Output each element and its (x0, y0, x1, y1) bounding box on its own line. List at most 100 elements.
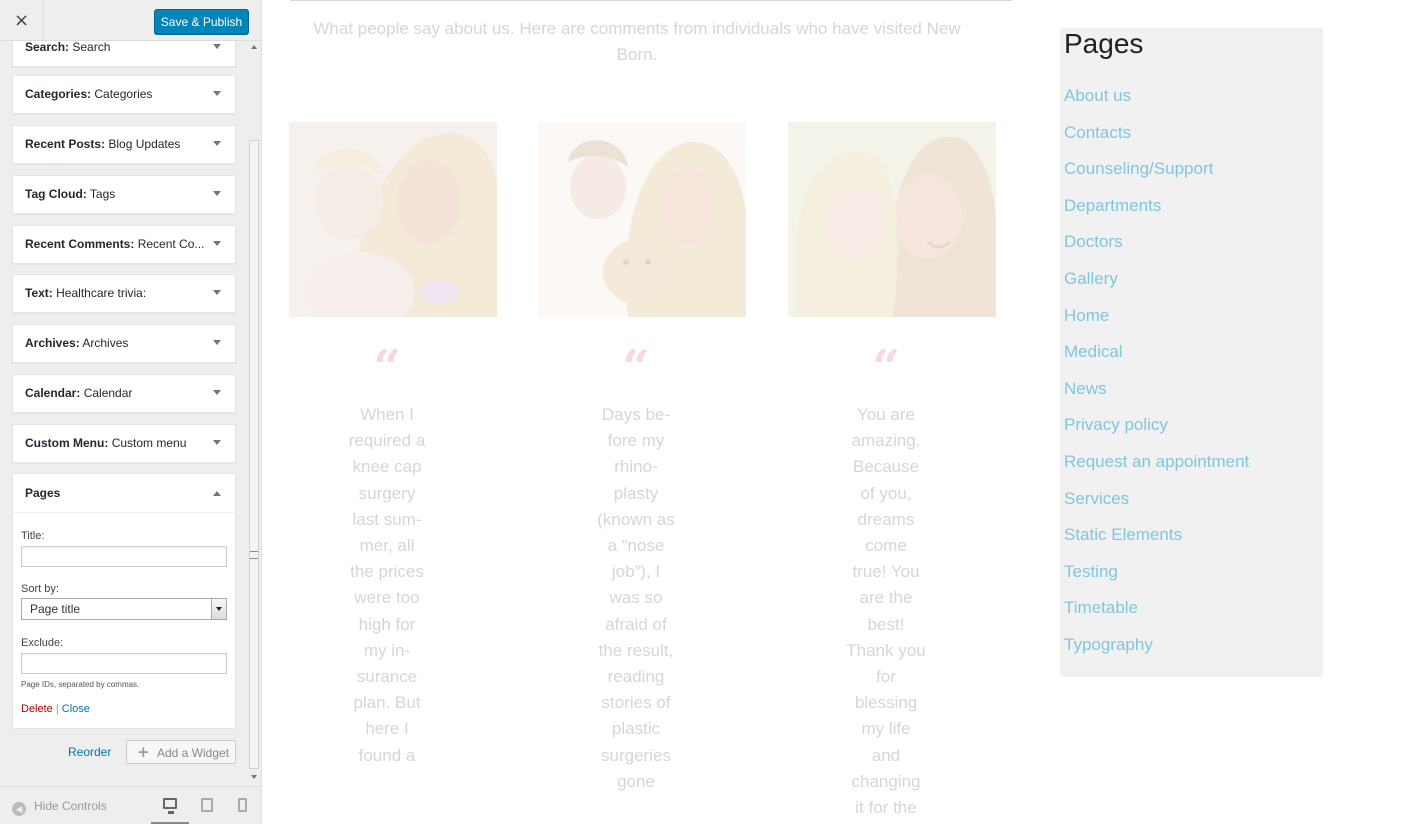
chevron-down-icon (213, 191, 221, 196)
mobile-preview-icon[interactable] (238, 798, 247, 812)
scroll-down-arrow-icon[interactable] (251, 775, 257, 779)
close-link[interactable]: Close (62, 703, 90, 715)
exclude-input[interactable] (21, 653, 227, 674)
widget-title: Healthcare trivia: (56, 286, 147, 300)
hide-controls-button[interactable]: ◀ Hide Controls (12, 799, 107, 816)
quote-icon: “ (622, 340, 650, 396)
chevron-down-icon (213, 91, 221, 96)
widget-recent-comments[interactable]: Recent Comments: Recent Co... (12, 225, 236, 264)
chevron-down-icon[interactable] (211, 599, 226, 619)
widget-title: Custom menu (111, 436, 187, 450)
chevron-down-icon (213, 44, 221, 49)
scrollbar[interactable] (248, 41, 261, 786)
widget-pages-header[interactable]: Pages (13, 474, 235, 513)
widget-type: Recent Posts (25, 137, 102, 151)
quote-icon: “ (373, 340, 401, 396)
testimonial-text: You are amazing. Because of you, dreams … (846, 405, 926, 818)
customizer-header: × Save & Publish (0, 0, 261, 41)
chevron-down-icon (213, 340, 221, 345)
widget-title: Archives (82, 336, 129, 350)
page-link[interactable]: Home (1064, 306, 1249, 343)
pages-heading: Pages (1064, 28, 1144, 59)
page-link[interactable]: News (1064, 379, 1249, 416)
title-input[interactable] (21, 546, 227, 567)
widget-archives[interactable]: Archives: Archives (12, 324, 236, 363)
widget-type: Categories (25, 87, 88, 101)
pages-widget-preview: Pages About us Contacts Counseling/Suppo… (1060, 28, 1323, 677)
page-link[interactable]: Medical (1064, 342, 1249, 379)
sort-label: Sort by: (21, 583, 59, 595)
desktop-preview-icon[interactable] (163, 798, 177, 814)
page-link[interactable]: Static Elements (1064, 525, 1249, 562)
site-preview: What people say about us. Here are comme… (262, 0, 1411, 824)
widget-type: Archives (25, 336, 76, 350)
widget-categories[interactable]: Categories: Categories (12, 75, 236, 114)
page-link[interactable]: Departments (1064, 196, 1249, 233)
widget-type: Custom Menu (25, 436, 105, 450)
exclude-label: Exclude: (21, 637, 64, 649)
sort-by-select[interactable]: Page title (21, 598, 227, 620)
widget-search[interactable]: Search: Search (12, 41, 236, 67)
separator: | (55, 703, 59, 715)
add-widget-label: Add a Widget (157, 746, 230, 760)
widget-type: Tag Cloud (25, 187, 83, 201)
widget-title: Recent Co... (137, 237, 205, 251)
widget-title: Pages (25, 486, 61, 500)
chevron-down-icon (213, 290, 221, 295)
page-link[interactable]: Request an appointment (1064, 452, 1249, 489)
customizer-footer: ◀ Hide Controls (0, 786, 261, 824)
page-link[interactable]: Doctors (1064, 232, 1249, 269)
page-link[interactable]: Gallery (1064, 269, 1249, 306)
widget-type: Recent Comments (25, 237, 131, 251)
widget-type: Search (25, 41, 66, 54)
grip-icon (250, 551, 258, 559)
widget-type: Text (25, 286, 49, 300)
widget-custom-menu[interactable]: Custom Menu: Custom menu (12, 424, 236, 463)
widget-title: Calendar (83, 386, 133, 400)
page-link[interactable]: Counseling/Support (1064, 159, 1249, 196)
chevron-down-icon (213, 141, 221, 146)
testimonial-text: Days be-fore my rhino-plasty (known as a… (597, 405, 675, 791)
chevron-up-icon (213, 491, 221, 496)
widget-type: Calendar (25, 386, 77, 400)
page-link[interactable]: Contacts (1064, 123, 1249, 160)
chevron-down-icon (213, 390, 221, 395)
divider (290, 0, 1012, 1)
exclude-hint: Page IDs, separated by commas. (21, 680, 140, 689)
widget-recent-posts[interactable]: Recent Posts: Blog Updates (12, 125, 236, 164)
widget-pages: Pages Title: Sort by: Page title Exclude… (12, 473, 236, 729)
reorder-link[interactable]: Reorder (68, 745, 111, 759)
testimonial-photo (788, 122, 996, 317)
page-link[interactable]: Timetable (1064, 598, 1249, 635)
scrollbar-thumb[interactable] (249, 140, 259, 769)
testimonial-photo (538, 122, 746, 317)
customizer-sidebar: × Save & Publish Search: Search Categori… (0, 0, 262, 824)
hide-controls-label: Hide Controls (34, 799, 107, 813)
title-label: Title: (21, 530, 45, 542)
widget-title: Tags (89, 187, 116, 201)
widget-calendar[interactable]: Calendar: Calendar (12, 374, 236, 413)
collapse-icon: ◀ (12, 802, 26, 816)
pages-list: About us Contacts Counseling/Support Dep… (1064, 86, 1249, 672)
save-publish-button[interactable]: Save & Publish (154, 9, 249, 34)
add-widget-button[interactable]: + Add a Widget (126, 740, 236, 764)
testimonials-intro: What people say about us. Here are comme… (313, 19, 961, 64)
page-link[interactable]: Typography (1064, 635, 1249, 672)
scroll-up-arrow-icon[interactable] (251, 45, 257, 49)
chevron-down-icon (213, 440, 221, 445)
page-link[interactable]: Services (1064, 489, 1249, 526)
quote-icon: “ (872, 340, 900, 396)
widget-title: Search (72, 41, 111, 54)
page-link[interactable]: About us (1064, 86, 1249, 123)
page-link[interactable]: Privacy policy (1064, 415, 1249, 452)
delete-link[interactable]: Delete (21, 703, 53, 715)
page-link[interactable]: Testing (1064, 562, 1249, 599)
widget-text[interactable]: Text: Healthcare trivia: (12, 274, 236, 313)
widget-title: Categories (94, 87, 153, 101)
widget-tag-cloud[interactable]: Tag Cloud: Tags (12, 175, 236, 214)
widget-list: Search: Search Categories: Categories Re… (0, 41, 248, 786)
chevron-down-icon (213, 241, 221, 246)
testimonial-text: When I required a knee cap surgery last … (348, 405, 426, 765)
close-icon[interactable]: × (0, 0, 44, 41)
tablet-preview-icon[interactable] (201, 798, 213, 812)
